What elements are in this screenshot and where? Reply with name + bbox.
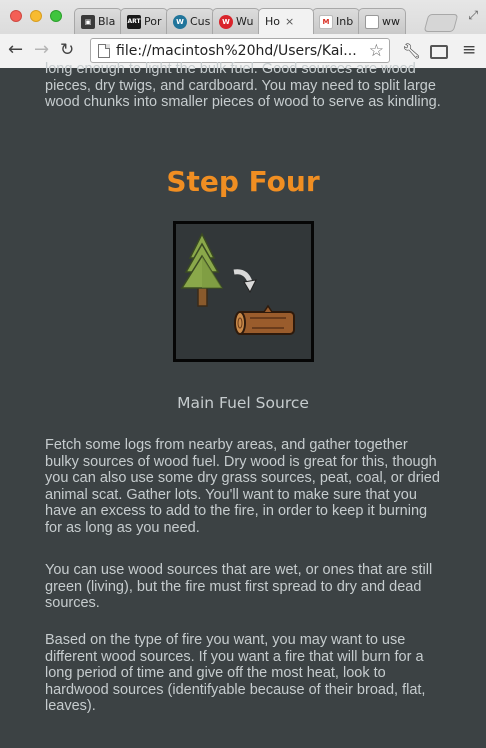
- browser-chrome: ▣ Bla ART Por W Cus W Wu Ho × M Inb ww ⤢: [0, 0, 486, 68]
- paragraph-1: Fetch some logs from nearby areas, and g…: [45, 437, 440, 536]
- fullscreen-icon[interactable]: ⤢: [468, 8, 478, 23]
- back-arrow-icon[interactable]: ←: [8, 41, 23, 59]
- step-title: Step Four: [166, 165, 320, 198]
- tab-label: Wu: [236, 15, 254, 28]
- reload-icon[interactable]: ↻: [60, 41, 74, 59]
- tab-5-active[interactable]: Ho ×: [258, 8, 314, 34]
- tab-6[interactable]: M Inb: [312, 8, 360, 34]
- tab-2[interactable]: ART Por: [120, 8, 168, 34]
- tab-7[interactable]: ww: [358, 8, 406, 34]
- bookmark-star-icon[interactable]: ☆: [369, 41, 384, 61]
- paragraph-2: You can use wood sources that are wet, o…: [45, 562, 433, 612]
- page-content: long enough to light the bulk fuel. Good…: [0, 61, 486, 748]
- intro-paragraph: long enough to light the bulk fuel. Good…: [45, 61, 441, 111]
- blank-page-icon: [365, 14, 379, 29]
- film-icon: ▣: [81, 14, 95, 29]
- new-tab-button[interactable]: [423, 14, 459, 32]
- illustration-svg: [180, 232, 295, 335]
- page-icon: [98, 43, 110, 58]
- illustration-caption: Main Fuel Source: [177, 394, 309, 412]
- tab-3[interactable]: W Cus: [166, 8, 214, 34]
- menu-icon[interactable]: ≡: [462, 40, 476, 60]
- wunderground-icon: W: [219, 14, 233, 29]
- art-330-icon: ART: [127, 14, 141, 29]
- tab-label: Bla: [98, 15, 116, 28]
- tab-4[interactable]: W Wu: [212, 8, 260, 34]
- tab-strip: ▣ Bla ART Por W Cus W Wu Ho × M Inb ww: [74, 8, 464, 34]
- tab-close-icon[interactable]: ×: [285, 15, 294, 28]
- forward-arrow-icon[interactable]: →: [34, 41, 49, 59]
- tab-label: Por: [144, 15, 162, 28]
- wordpress-icon: W: [173, 14, 187, 29]
- window-maximize-button[interactable]: [50, 10, 62, 22]
- paragraph-3: Based on the type of fire you want, you …: [45, 632, 426, 715]
- tab-label: Inb: [336, 15, 354, 28]
- tab-1[interactable]: ▣ Bla: [74, 8, 122, 34]
- extension-wrench-icon[interactable]: 🔧︎: [402, 42, 421, 60]
- window-minimize-button[interactable]: [30, 10, 42, 22]
- address-bar[interactable]: file://macintosh%20hd/Users/Kai... ☆: [90, 38, 390, 63]
- cast-icon[interactable]: [430, 45, 448, 59]
- tab-label: ww: [382, 15, 400, 28]
- url-text[interactable]: file://macintosh%20hd/Users/Kai...: [116, 43, 369, 59]
- tree-to-log-icon: [173, 221, 314, 362]
- gmail-icon: M: [319, 14, 333, 29]
- tab-label: Ho: [265, 15, 281, 28]
- window-close-button[interactable]: [10, 10, 22, 22]
- tab-label: Cus: [190, 15, 211, 28]
